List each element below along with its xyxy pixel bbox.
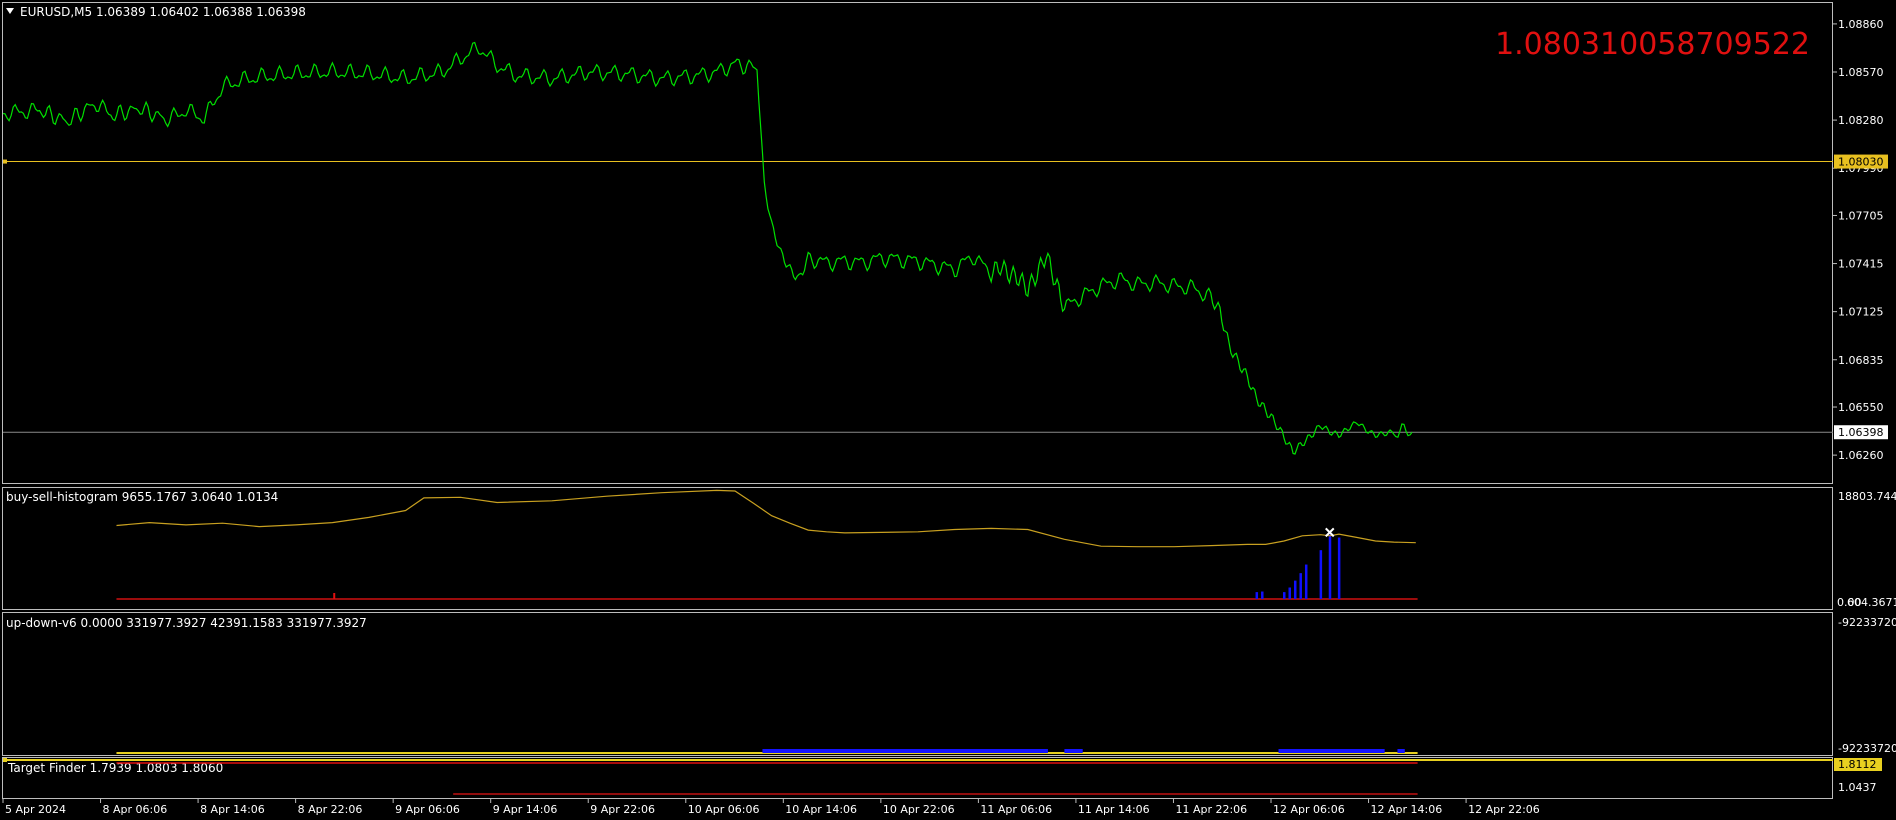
hline-label-level: 1.08030 [1838, 156, 1884, 169]
y-tick-label: -92233720 [1838, 742, 1896, 755]
histogram-bar [1299, 573, 1302, 599]
main-pane[interactable]: EURUSD,M5 1.06389 1.06402 1.06388 1.0639… [0, 0, 1896, 486]
x-tick-label: 10 Apr 14:06 [785, 803, 857, 816]
y-tick-label: 1.8112 [1838, 758, 1877, 771]
histogram-bar [1328, 534, 1332, 599]
main-plot-frame [2, 2, 1833, 484]
level-handle [3, 159, 7, 164]
x-tick-label: 9 Apr 14:06 [493, 803, 558, 816]
y-tick-label: 1.0437 [1838, 781, 1877, 794]
main-price-chart[interactable]: EURUSD,M5 1.06389 1.06402 1.06388 1.0639… [0, 0, 1896, 486]
histogram-bar [1293, 580, 1297, 599]
x-tick-label: 12 Apr 14:06 [1371, 803, 1443, 816]
y-tick-label: -92233720 [1838, 616, 1896, 629]
chart-window: EURUSD,M5 1.06389 1.06402 1.06388 1.0639… [0, 0, 1896, 820]
histogram-bar [1261, 591, 1264, 599]
histogram-bar [1304, 564, 1308, 599]
price-series-line [2, 41, 1413, 455]
target-level-handle [3, 758, 7, 762]
y-tick-label: 18803.744 [1838, 490, 1896, 503]
indicator-1-frame [2, 487, 1833, 610]
x-tick-label: 9 Apr 06:06 [395, 803, 460, 816]
y-tick-label: 1.08860 [1838, 18, 1884, 31]
price-annotation: 1.080310058709522 [1495, 27, 1810, 62]
up-down-pane[interactable]: up-down-v6 0.0000 331977.3927 42391.1583… [0, 612, 1896, 757]
buy-sell-histogram-pane[interactable]: buy-sell-histogram 9655.1767 3.0640 1.01… [0, 487, 1896, 611]
histogram-signal-line [116, 489, 1416, 548]
x-tick-label: 10 Apr 22:06 [883, 803, 955, 816]
y-tick-label: 1.07415 [1838, 258, 1884, 271]
histogram-bar [1283, 592, 1286, 599]
x-tick-label: 5 Apr 2024 [5, 803, 66, 816]
x-tick-label: 8 Apr 22:06 [298, 803, 363, 816]
y-tick-label: 1.06260 [1838, 449, 1884, 462]
x-tick-label: 11 Apr 14:06 [1078, 803, 1150, 816]
y-tick-label: 1.07125 [1838, 306, 1884, 319]
indicator-2-frame [2, 612, 1833, 756]
up-down-chart[interactable]: up-down-v6 0.0000 331977.3927 42391.1583… [0, 612, 1896, 757]
y-tick-label: 1.06550 [1838, 401, 1884, 414]
histogram-bar [1288, 587, 1291, 599]
y-tick-label: 1.08280 [1838, 114, 1884, 127]
y-tick-label: 604.3671 [1847, 596, 1896, 609]
y-tick-label: 1.08570 [1838, 66, 1884, 79]
x-tick-label: 8 Apr 06:06 [103, 803, 168, 816]
y-tick-label: 1.07705 [1838, 209, 1884, 222]
y-tick-label: 1.06835 [1838, 354, 1884, 367]
target-finder-pane[interactable]: Target Finder 1.7939 1.0803 1.8060 1.811… [0, 757, 1896, 820]
indicator-1-title: buy-sell-histogram 9655.1767 3.0640 1.01… [6, 490, 278, 504]
x-tick-label: 8 Apr 14:06 [200, 803, 265, 816]
x-tick-label: 11 Apr 22:06 [1175, 803, 1247, 816]
target-finder-chart[interactable]: Target Finder 1.7939 1.0803 1.8060 1.811… [0, 757, 1896, 820]
x-tick-label: 11 Apr 06:06 [980, 803, 1052, 816]
symbol-dropdown-icon[interactable] [6, 8, 14, 14]
x-tick-label: 12 Apr 06:06 [1273, 803, 1345, 816]
histogram-bar [1255, 592, 1259, 599]
buy-sell-histogram-chart[interactable]: buy-sell-histogram 9655.1767 3.0640 1.01… [0, 487, 1896, 611]
histogram-bar [1319, 550, 1323, 599]
x-tick-label: 12 Apr 22:06 [1468, 803, 1540, 816]
x-tick-label: 10 Apr 06:06 [688, 803, 760, 816]
hline-label-current-price: 1.06398 [1838, 426, 1884, 439]
main-title: EURUSD,M5 1.06389 1.06402 1.06388 1.0639… [20, 5, 306, 19]
x-tick-label: 9 Apr 22:06 [590, 803, 655, 816]
histogram-bar [1337, 537, 1341, 599]
indicator-2-title: up-down-v6 0.0000 331977.3927 42391.1583… [6, 616, 367, 630]
